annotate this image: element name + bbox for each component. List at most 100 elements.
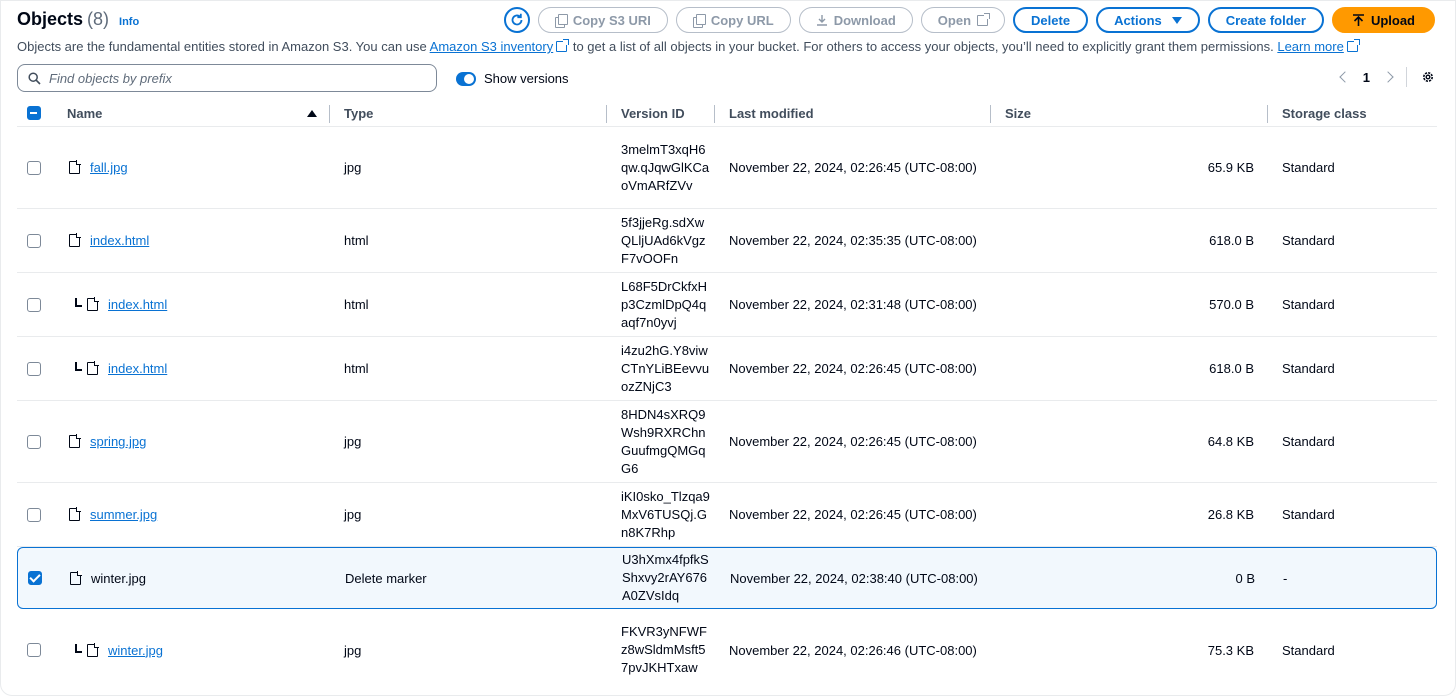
select-all-cell[interactable] xyxy=(27,99,41,127)
row-select-cell[interactable] xyxy=(28,548,42,608)
row-checkbox[interactable] xyxy=(27,160,41,175)
name-cell: fall.jpg xyxy=(69,127,128,208)
column-divider[interactable] xyxy=(1267,105,1268,123)
copy-s3-uri-button[interactable]: Copy S3 URI xyxy=(537,7,668,33)
create-folder-button[interactable]: Create folder xyxy=(1207,7,1324,33)
gear-icon[interactable] xyxy=(1421,70,1435,84)
name-cell: index.html xyxy=(75,273,167,336)
object-name-link[interactable]: index.html xyxy=(90,233,149,248)
search-box[interactable] xyxy=(17,64,437,92)
column-header-version-id[interactable]: Version ID xyxy=(621,99,685,127)
refresh-button[interactable] xyxy=(503,7,530,33)
table-row[interactable]: index.html html i4zu2hG.Y8viwCTnYLiBEevvuo… xyxy=(17,337,1437,401)
table-row[interactable]: fall.jpg jpg 3melmT3xqH6qw.qJqwGlKCaoVmARf… xyxy=(17,127,1437,209)
open-button[interactable]: Open xyxy=(920,7,1006,33)
search-input[interactable] xyxy=(49,70,409,86)
file-icon xyxy=(87,297,99,311)
size-cell: 618.0 B xyxy=(1005,337,1254,400)
row-checkbox[interactable] xyxy=(27,361,41,376)
size-cell: 65.9 KB xyxy=(1005,127,1254,208)
type-cell: jpg xyxy=(344,401,361,482)
learn-more-link[interactable]: Learn more xyxy=(1277,39,1343,54)
object-name-link[interactable]: index.html xyxy=(108,361,167,376)
copy-url-label: Copy URL xyxy=(710,12,774,28)
table-header: Name Type Version ID Last modified Size … xyxy=(17,99,1437,127)
row-select-cell[interactable] xyxy=(27,127,41,208)
external-link-icon xyxy=(977,12,991,26)
column-divider[interactable] xyxy=(329,105,330,123)
chevron-left-icon[interactable] xyxy=(1339,71,1351,83)
row-checkbox[interactable] xyxy=(27,507,41,522)
column-size-label: Size xyxy=(1005,105,1032,121)
column-version-label: Version ID xyxy=(621,105,685,121)
column-header-name[interactable]: Name xyxy=(67,99,102,127)
pagination: 1 xyxy=(1339,67,1435,87)
info-link[interactable]: Info xyxy=(119,16,139,28)
row-select-cell[interactable] xyxy=(27,483,41,546)
version-id: 5f3jjeRg.sdXwQLljUAd6kVgzF7vOOFn xyxy=(621,214,706,266)
last-modified-cell: November 22, 2024, 02:35:35 (UTC-08:00) xyxy=(729,209,977,272)
delete-button[interactable]: Delete xyxy=(1013,7,1089,33)
object-name-link[interactable]: fall.jpg xyxy=(90,160,128,175)
upload-button[interactable]: Upload xyxy=(1331,7,1435,33)
object-name-link[interactable]: spring.jpg xyxy=(90,434,146,449)
name-cell: summer.jpg xyxy=(69,483,157,546)
table-row[interactable]: spring.jpg jpg 8HDN4sXRQ9Wsh9RXRChnGuufmgQ… xyxy=(17,401,1437,483)
column-name-label: Name xyxy=(67,105,103,121)
size-cell: 75.3 KB xyxy=(1005,611,1254,689)
caret-down-icon xyxy=(1171,16,1182,24)
row-checkbox[interactable] xyxy=(27,643,41,657)
inventory-link[interactable]: Amazon S3 inventory xyxy=(430,39,554,54)
copy-icon xyxy=(692,13,706,28)
column-divider[interactable] xyxy=(990,105,991,123)
table-row[interactable]: summer.jpg jpg iKI0sko_Tlzqa9MxV6TUSQj.Gn8… xyxy=(17,483,1437,547)
column-header-type[interactable]: Type xyxy=(344,99,373,127)
select-all-checkbox[interactable] xyxy=(27,106,41,120)
storage-class-cell: Standard xyxy=(1282,209,1335,272)
toggle-switch[interactable] xyxy=(456,71,476,86)
version-id: i4zu2hG.Y8viwCTnYLiBEevvuozZNjC3 xyxy=(621,342,710,394)
object-type: Delete marker xyxy=(345,570,427,586)
row-checkbox[interactable] xyxy=(27,297,41,312)
copy-icon xyxy=(554,13,568,28)
copy-url-button[interactable]: Copy URL xyxy=(675,7,791,33)
table-row[interactable]: winter.jpg Delete marker U3hXmx4fpfkSShxvy… xyxy=(17,547,1437,609)
object-name-link[interactable]: winter.jpg xyxy=(108,643,163,658)
chevron-right-icon[interactable] xyxy=(1382,71,1394,83)
last-modified: November 22, 2024, 02:26:45 (UTC-08:00) xyxy=(729,361,977,376)
size-cell: 0 B xyxy=(1006,548,1255,608)
column-header-last-modified[interactable]: Last modified xyxy=(729,99,814,127)
table-row[interactable]: index.html html L68F5DrCkfxHp3CzmlDpQ4qaqf… xyxy=(17,273,1437,337)
row-select-cell[interactable] xyxy=(27,273,41,336)
row-checkbox[interactable] xyxy=(27,233,41,248)
object-name-link[interactable]: index.html xyxy=(108,297,167,312)
row-select-cell[interactable] xyxy=(27,401,41,482)
type-cell: html xyxy=(344,209,369,272)
column-header-storage-class[interactable]: Storage class xyxy=(1282,99,1367,127)
last-modified-cell: November 22, 2024, 02:26:45 (UTC-08:00) xyxy=(729,483,977,546)
column-header-size[interactable]: Size xyxy=(1005,99,1031,127)
storage-class-cell: Standard xyxy=(1282,273,1335,336)
download-button[interactable]: Download xyxy=(798,7,913,33)
column-divider[interactable] xyxy=(606,105,607,123)
object-name-link[interactable]: summer.jpg xyxy=(90,507,157,522)
show-versions-label: Show versions xyxy=(484,71,569,86)
file-icon xyxy=(87,361,99,375)
table-row[interactable]: index.html html 5f3jjeRg.sdXwQLljUAd6kVgzF… xyxy=(17,209,1437,273)
storage-class: Standard xyxy=(1282,160,1335,175)
table-row[interactable]: winter.jpg jpg FKVR3yNFWFz8wSldmMsft57pvJK… xyxy=(17,611,1437,689)
row-select-cell[interactable] xyxy=(27,611,41,689)
search-icon xyxy=(28,71,41,85)
column-divider[interactable] xyxy=(714,105,715,123)
row-select-cell[interactable] xyxy=(27,337,41,400)
row-checkbox[interactable] xyxy=(28,571,42,585)
show-versions-toggle[interactable]: Show versions xyxy=(456,71,569,86)
actions-dropdown[interactable]: Actions xyxy=(1096,7,1200,33)
page-number[interactable]: 1 xyxy=(1363,70,1370,85)
row-select-cell[interactable] xyxy=(27,209,41,272)
type-cell: html xyxy=(344,273,369,336)
row-checkbox[interactable] xyxy=(27,434,41,449)
file-icon xyxy=(69,507,81,521)
sort-ascending-icon[interactable] xyxy=(307,99,317,127)
storage-class-cell: Standard xyxy=(1282,337,1335,400)
